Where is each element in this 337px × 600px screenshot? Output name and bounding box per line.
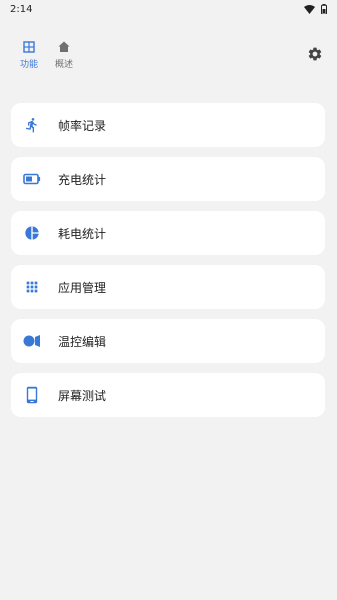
grid-icon bbox=[11, 41, 47, 55]
menu-item-charging-stats[interactable]: 充电统计 bbox=[11, 157, 325, 201]
menu-item-label: 充电统计 bbox=[58, 172, 107, 187]
home-icon bbox=[46, 41, 82, 55]
status-icons bbox=[304, 4, 327, 14]
menu-item-thermal-edit[interactable]: 温控编辑 bbox=[11, 319, 325, 363]
menu-item-power-stats[interactable]: 耗电统计 bbox=[11, 211, 325, 255]
menu-item-label: 帧率记录 bbox=[58, 118, 107, 133]
running-person-icon bbox=[22, 115, 42, 135]
video-camera-icon bbox=[22, 331, 42, 351]
phone-icon bbox=[22, 385, 42, 405]
tab-features[interactable]: 功能 bbox=[11, 40, 47, 70]
battery-status-icon bbox=[321, 4, 327, 14]
menu-item-fps-record[interactable]: 帧率记录 bbox=[11, 103, 325, 147]
menu-item-app-management[interactable]: 应用管理 bbox=[11, 265, 325, 309]
tab-overview[interactable]: 概述 bbox=[46, 40, 82, 70]
pie-chart-icon bbox=[22, 223, 42, 243]
tab-overview-label: 概述 bbox=[54, 60, 73, 70]
menu-item-label: 耗电统计 bbox=[58, 226, 107, 241]
battery-icon bbox=[22, 169, 42, 189]
status-time: 2:14 bbox=[10, 3, 33, 15]
top-nav: 功能 概述 bbox=[0, 34, 337, 74]
status-bar: 2:14 bbox=[0, 0, 337, 18]
menu-item-label: 应用管理 bbox=[58, 280, 107, 295]
menu-item-label: 温控编辑 bbox=[58, 334, 107, 349]
settings-button[interactable] bbox=[307, 46, 323, 62]
wifi-icon bbox=[304, 4, 315, 14]
tab-features-label: 功能 bbox=[19, 60, 38, 70]
gear-icon bbox=[307, 46, 323, 62]
menu-item-label: 屏幕测试 bbox=[58, 388, 107, 403]
menu-item-screen-test[interactable]: 屏幕测试 bbox=[11, 373, 325, 417]
app-grid-icon bbox=[22, 277, 42, 297]
